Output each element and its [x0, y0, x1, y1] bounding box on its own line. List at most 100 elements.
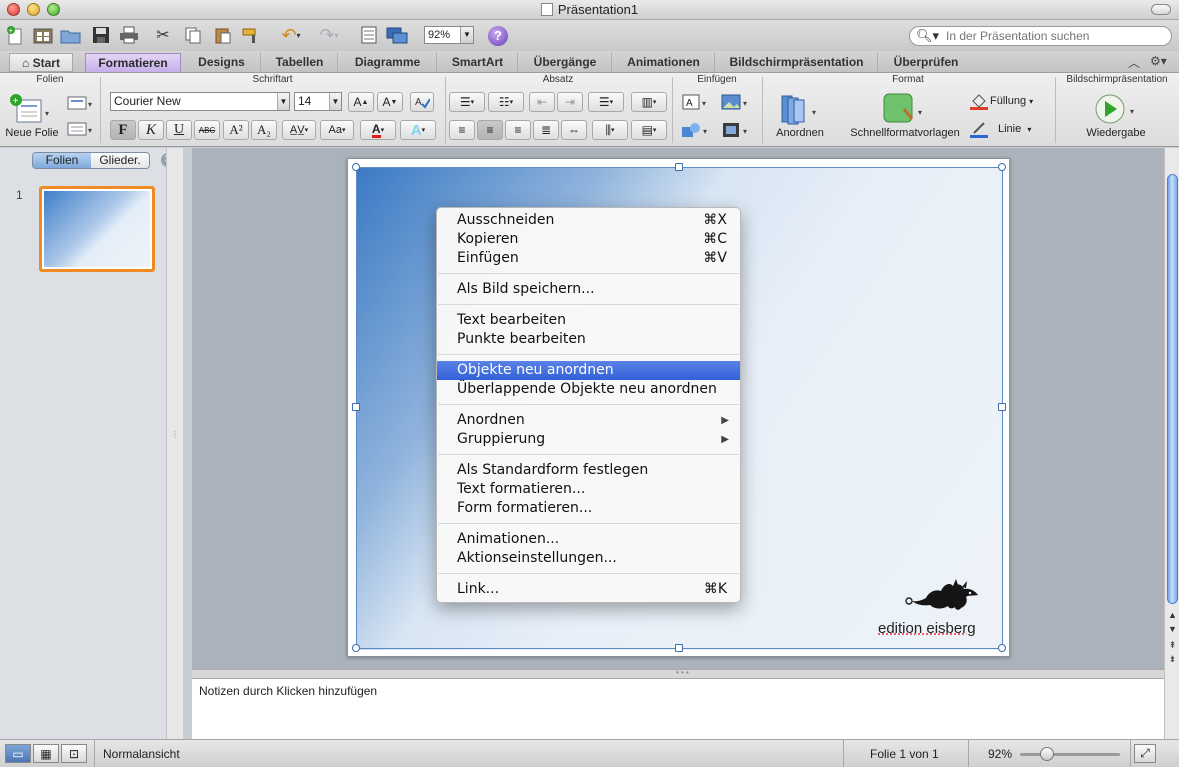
menu-item-form-formatieren[interactable]: Form formatieren... — [437, 499, 740, 518]
scroll-down-icon[interactable]: ▼ — [1165, 624, 1179, 634]
menu-item-punkte-bearbeiten[interactable]: Punkte bearbeiten — [437, 330, 740, 349]
scroll-up-icon[interactable]: ▲ — [1165, 610, 1179, 620]
slide-thumbnail[interactable] — [39, 186, 155, 272]
redo-icon[interactable]: ↷ ▾ — [312, 24, 346, 46]
tab-ueberpruefen[interactable]: Überprüfen — [879, 53, 973, 72]
tab-formatieren[interactable]: Formatieren — [85, 53, 181, 72]
section-icon[interactable]: ▾ — [66, 119, 96, 139]
tab-tabellen[interactable]: Tabellen — [262, 53, 338, 72]
columns-icon[interactable]: ▥ ▾ — [631, 92, 667, 112]
strikethrough-button[interactable]: ABC — [194, 120, 220, 140]
tab-folien[interactable]: Folien — [33, 153, 91, 168]
grow-font-button[interactable]: A ▲ — [348, 92, 374, 112]
menu-item-text-bearbeiten[interactable]: Text bearbeiten — [437, 311, 740, 330]
menu-item-anordnen[interactable]: Anordnen ▶ — [437, 411, 740, 430]
quick-styles-icon[interactable]: ▾ — [878, 91, 928, 127]
justify-icon[interactable]: ≣ — [533, 120, 559, 140]
resize-handle[interactable] — [352, 644, 360, 652]
pane-splitter[interactable]: ⋮ — [166, 148, 183, 739]
zoom-slider[interactable] — [1020, 753, 1120, 756]
notes-splitter[interactable]: • • • — [192, 668, 1164, 679]
cut-icon[interactable]: ✂ — [152, 24, 174, 46]
tab-bildschirmpraesentation[interactable]: Bildschirmpräsentation — [716, 53, 878, 72]
tab-gliederung[interactable]: Glieder. — [91, 153, 149, 168]
menu-item-ausschneiden[interactable]: Ausschneiden ⌘X — [437, 211, 740, 230]
menu-item-aktionseinstellungen[interactable]: Aktionseinstellungen... — [437, 549, 740, 568]
slide-layout-icon[interactable] — [358, 24, 380, 46]
search-input[interactable] — [946, 28, 1166, 44]
copy-icon[interactable] — [182, 24, 204, 46]
text-effects-icon[interactable]: A ▾ — [400, 120, 436, 140]
resize-handle[interactable] — [998, 644, 1006, 652]
align-left-icon[interactable]: ≡ — [449, 120, 475, 140]
tab-uebergaenge[interactable]: Übergänge — [519, 53, 612, 72]
picture-icon[interactable]: ▾ — [720, 92, 752, 112]
zoom-slider-knob[interactable] — [1040, 747, 1054, 761]
resize-handle[interactable] — [352, 163, 360, 171]
tab-diagramme[interactable]: Diagramme — [339, 53, 437, 72]
menu-item-ueberlappende-objekte[interactable]: Überlappende Objekte neu anordnen — [437, 380, 740, 399]
italic-button[interactable]: K — [138, 120, 164, 140]
new-document-icon[interactable]: + — [4, 24, 26, 46]
textbox-icon[interactable]: A ▾ — [680, 92, 712, 112]
change-case-icon[interactable]: Aa ▾ — [320, 120, 354, 140]
fill-button[interactable]: Füllung ▾ — [990, 95, 1046, 107]
tab-smartart[interactable]: SmartArt — [438, 53, 518, 72]
bullets-icon[interactable]: ☰ ▾ — [449, 92, 485, 112]
resize-handle[interactable] — [352, 403, 360, 411]
help-button[interactable]: ? — [488, 26, 508, 46]
shapes-icon[interactable]: ▾ — [680, 120, 712, 140]
open-icon[interactable] — [60, 24, 82, 46]
slideshow-icon[interactable] — [386, 24, 408, 46]
vertical-scrollbar[interactable]: ▲ ▼ ⇞ ⇟ — [1164, 148, 1179, 669]
undo-icon[interactable]: ↶ ▾ — [274, 24, 308, 46]
line-spacing-icon[interactable]: ☰ ▾ — [588, 92, 624, 112]
menu-item-gruppierung[interactable]: Gruppierung ▶ — [437, 430, 740, 449]
zoom-select[interactable]: 92% ▼ — [424, 26, 474, 44]
align-right-icon[interactable]: ≡ — [505, 120, 531, 140]
shrink-font-button[interactable]: A ▼ — [377, 92, 403, 112]
resize-handle[interactable] — [998, 403, 1006, 411]
notes-pane[interactable]: Notizen durch Klicken hinzufügen — [192, 679, 1164, 739]
clear-format-icon[interactable]: A — [410, 92, 434, 112]
menu-item-einfuegen[interactable]: Einfügen ⌘V — [437, 249, 740, 268]
align-center-icon[interactable]: ≡ — [477, 120, 503, 140]
bold-button[interactable]: F — [110, 120, 136, 140]
notes-scrollbar[interactable] — [1164, 669, 1179, 739]
resize-handle[interactable] — [675, 644, 683, 652]
toolbar-toggle-button[interactable] — [1151, 4, 1171, 15]
menu-item-als-bild-speichern[interactable]: Als Bild speichern... — [437, 280, 740, 299]
format-painter-icon[interactable] — [240, 24, 262, 46]
resize-handle[interactable] — [675, 163, 683, 171]
font-size-select[interactable]: 14 ▼ — [294, 92, 342, 111]
collapse-ribbon-icon[interactable]: ︿ — [1128, 54, 1140, 71]
layout-icon[interactable]: ▾ — [66, 93, 96, 113]
normal-view-button[interactable]: ▭ — [5, 744, 31, 763]
slide-sorter-view-button[interactable]: ▦ — [33, 744, 59, 763]
slideshow-view-button[interactable]: ⊡ — [61, 744, 87, 763]
menu-item-objekte-neu-anordnen[interactable]: Objekte neu anordnen — [437, 361, 740, 380]
tab-animationen[interactable]: Animationen — [613, 53, 715, 72]
decrease-indent-icon[interactable]: ⇤ — [529, 92, 555, 112]
font-name-select[interactable]: Courier New ▼ — [110, 92, 290, 111]
menu-item-link[interactable]: Link... ⌘K — [437, 580, 740, 599]
new-slide-button[interactable]: + ▾ — [8, 93, 54, 127]
increase-indent-icon[interactable]: ⇥ — [557, 92, 583, 112]
menu-item-animationen[interactable]: Animationen... — [437, 530, 740, 549]
text-direction-icon[interactable]: ⫼ ▾ — [592, 120, 628, 140]
resize-handle[interactable] — [998, 163, 1006, 171]
tab-designs[interactable]: Designs — [183, 53, 261, 72]
save-icon[interactable] — [90, 24, 112, 46]
arrange-icon[interactable]: ▾ — [776, 91, 822, 127]
subscript-button[interactable]: A₂ — [251, 120, 277, 140]
print-icon[interactable] — [118, 24, 140, 46]
gallery-icon[interactable] — [32, 24, 54, 46]
distribute-icon[interactable]: ⇔ — [561, 120, 587, 140]
fit-to-window-icon[interactable]: ⤢ — [1134, 744, 1156, 763]
numbering-icon[interactable]: ☷ ▾ — [488, 92, 524, 112]
align-text-icon[interactable]: ▤ ▾ — [631, 120, 667, 140]
paste-icon[interactable] — [212, 24, 234, 46]
previous-slide-icon[interactable]: ⇞ — [1165, 640, 1179, 651]
superscript-button[interactable]: A² — [223, 120, 249, 140]
menu-item-text-formatieren[interactable]: Text formatieren... — [437, 480, 740, 499]
